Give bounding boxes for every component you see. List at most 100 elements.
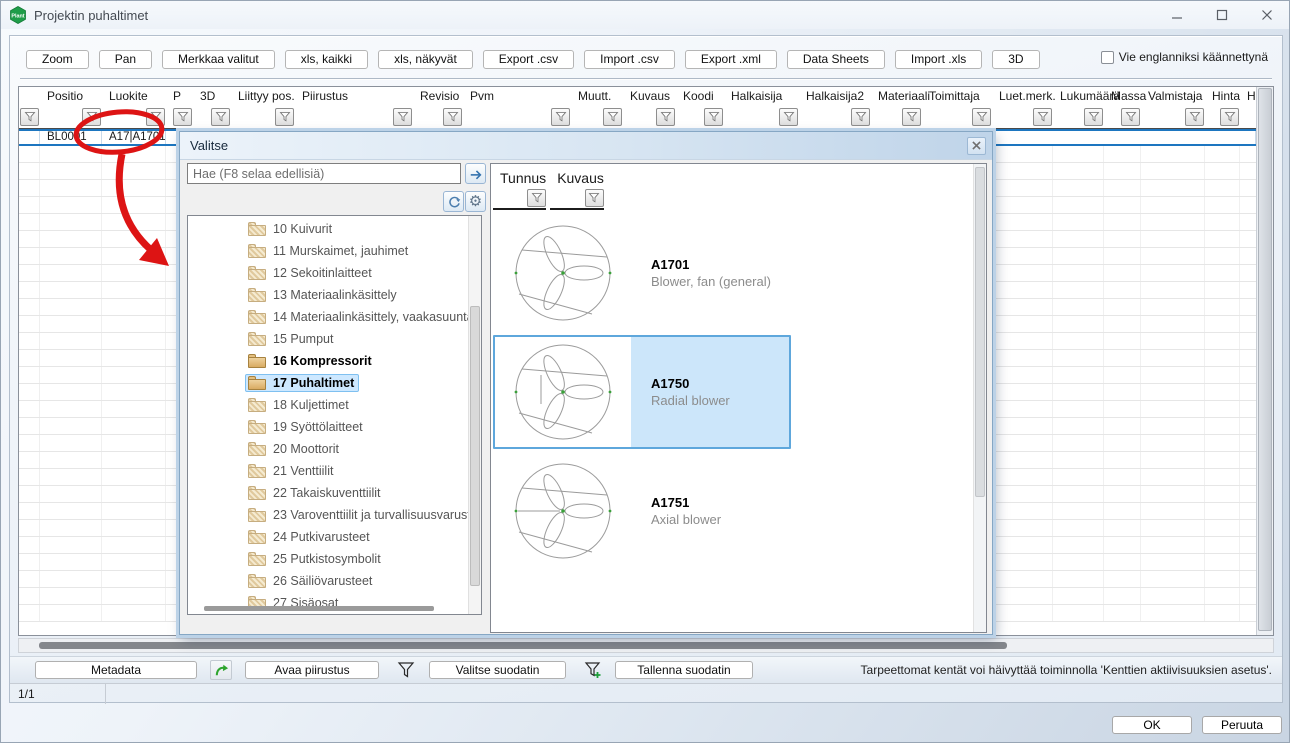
filter-button[interactable]	[1084, 108, 1103, 126]
toolbar-button[interactable]: Export .xml	[685, 50, 777, 69]
dialog-close-button[interactable]	[967, 137, 986, 155]
column-header[interactable]: Toimittaja	[922, 87, 992, 128]
filter-button[interactable]	[20, 108, 39, 126]
toolbar-button[interactable]: Import .xls	[895, 50, 982, 69]
refresh-green-button[interactable]	[210, 660, 232, 680]
scrollbar-thumb[interactable]	[39, 642, 1007, 649]
filter-button[interactable]	[527, 189, 546, 207]
column-header[interactable]: Valmistaja	[1141, 87, 1205, 128]
tree-item[interactable]: 17 Puhaltimet	[188, 372, 468, 394]
ok-button[interactable]: OK	[1112, 716, 1192, 734]
tree-item[interactable]: 22 Takaiskuventtiilit	[188, 482, 468, 504]
filter-button[interactable]	[779, 108, 798, 126]
tree-item[interactable]: 18 Kuljettimet	[188, 394, 468, 416]
open-drawing-button[interactable]: Avaa piirustus	[245, 661, 379, 679]
column-header[interactable]: Halkaisija2	[799, 87, 871, 128]
toolbar-button[interactable]: Merkkaa valitut	[162, 50, 275, 69]
save-filter-button[interactable]: Tallenna suodatin	[615, 661, 753, 679]
tree-item[interactable]: 24 Putkivarusteet	[188, 526, 468, 548]
toolbar-button[interactable]: Pan	[99, 50, 152, 69]
symbol-result-item[interactable]: A1750 Radial blower	[493, 335, 791, 449]
metadata-button[interactable]: Metadata	[35, 661, 197, 679]
filter-button[interactable]	[585, 189, 604, 207]
tree-item[interactable]: 21 Venttiilit	[188, 460, 468, 482]
tree-item[interactable]: 23 Varoventtiilit ja turvallisuusvaruste…	[188, 504, 468, 526]
column-header[interactable]: Halkaisija	[724, 87, 799, 128]
column-header[interactable]: Luet.merk.	[992, 87, 1053, 128]
minimize-button[interactable]	[1154, 2, 1199, 28]
filter-button[interactable]	[1121, 108, 1140, 126]
close-button[interactable]	[1244, 2, 1289, 28]
toolbar-button[interactable]: Export .csv	[483, 50, 574, 69]
column-header[interactable]: Muutt.	[571, 87, 623, 128]
column-header[interactable]: Liittyy pos.	[231, 87, 295, 128]
tree-horizontal-scrollbar[interactable]	[204, 606, 434, 611]
column-header[interactable]: Piirustus	[295, 87, 413, 128]
filter-button[interactable]	[393, 108, 412, 126]
filter-button[interactable]	[704, 108, 723, 126]
toolbar-button[interactable]: xls, näkyvät	[378, 50, 473, 69]
search-input[interactable]	[187, 163, 461, 184]
column-header[interactable]: Lukumäärä	[1053, 87, 1104, 128]
translate-checkbox[interactable]	[1101, 51, 1114, 64]
column-header[interactable]: Luokite	[102, 87, 166, 128]
row-selector-cell[interactable]	[19, 131, 40, 144]
filter-button[interactable]	[902, 108, 921, 126]
choose-filter-button[interactable]: Valitse suodatin	[429, 661, 566, 679]
filter-button[interactable]	[1033, 108, 1052, 126]
settings-button[interactable]: ⚙	[465, 191, 486, 212]
filter-button[interactable]	[1220, 108, 1239, 126]
grid-horizontal-scrollbar[interactable]	[18, 638, 1274, 653]
cell-luokite[interactable]: A17|A1701	[102, 131, 166, 144]
filter-button[interactable]	[1185, 108, 1204, 126]
tree-item[interactable]: 19 Syöttölaitteet	[188, 416, 468, 438]
filter-button[interactable]	[211, 108, 230, 126]
filter-button[interactable]	[656, 108, 675, 126]
tree-item[interactable]: 15 Pumput	[188, 328, 468, 350]
toolbar-button[interactable]: 3D	[992, 50, 1039, 69]
filter-button[interactable]	[851, 108, 870, 126]
filter-button[interactable]	[972, 108, 991, 126]
row-selector-header[interactable]	[19, 87, 40, 128]
filter-button[interactable]	[443, 108, 462, 126]
tree-item[interactable]: 12 Sekoitinlaitteet	[188, 262, 468, 284]
refresh-button[interactable]	[443, 191, 464, 212]
results-column-header[interactable]: Tunnus	[493, 164, 546, 210]
column-header[interactable]: Pvm	[463, 87, 571, 128]
filter-button[interactable]	[275, 108, 294, 126]
filter-button[interactable]	[82, 108, 101, 126]
column-header[interactable]: Kuvaus	[623, 87, 676, 128]
column-header[interactable]: Hinta	[1205, 87, 1240, 128]
toolbar-button[interactable]: xls, kaikki	[285, 50, 368, 69]
filter-button[interactable]	[173, 108, 192, 126]
toolbar-button[interactable]: Zoom	[26, 50, 89, 69]
filter-button[interactable]	[551, 108, 570, 126]
cancel-button[interactable]: Peruuta	[1202, 716, 1282, 734]
cell-positio[interactable]: BL0001	[40, 131, 102, 144]
maximize-button[interactable]	[1199, 2, 1244, 28]
results-column-header[interactable]: Kuvaus	[550, 164, 604, 210]
column-header[interactable]: Materiaali	[871, 87, 922, 128]
tree-item[interactable]: 10 Kuivurit	[188, 218, 468, 240]
symbol-result-item[interactable]: A1751 Axial blower	[493, 454, 791, 568]
column-header[interactable]: Positio	[40, 87, 102, 128]
column-header[interactable]: Koodi	[676, 87, 724, 128]
tree-item[interactable]: 26 Säiliövarusteet	[188, 570, 468, 592]
column-header[interactable]: P	[166, 87, 193, 128]
filter-button[interactable]	[146, 108, 165, 126]
filter-button[interactable]	[603, 108, 622, 126]
symbol-result-item[interactable]: A1701 Blower, fan (general)	[493, 216, 791, 330]
tree-item[interactable]: 25 Putkistosymbolit	[188, 548, 468, 570]
toolbar-button[interactable]: Import .csv	[584, 50, 675, 69]
column-header[interactable]: Massa	[1104, 87, 1141, 128]
tree-item[interactable]: 13 Materiaalinkäsittely	[188, 284, 468, 306]
tree-item[interactable]: 14 Materiaalinkäsittely, vaakasuuntain	[188, 306, 468, 328]
scrollbar-thumb[interactable]	[975, 167, 985, 497]
tree-item[interactable]: 16 Kompressorit	[188, 350, 468, 372]
grid-vertical-scrollbar[interactable]	[1256, 87, 1273, 635]
tree-item[interactable]: 11 Murskaimet, jauhimet	[188, 240, 468, 262]
tree-vertical-scrollbar[interactable]	[468, 216, 481, 614]
column-header[interactable]: Huom	[1240, 87, 1256, 128]
search-go-button[interactable]	[465, 163, 486, 184]
column-header[interactable]: Revisio	[413, 87, 463, 128]
